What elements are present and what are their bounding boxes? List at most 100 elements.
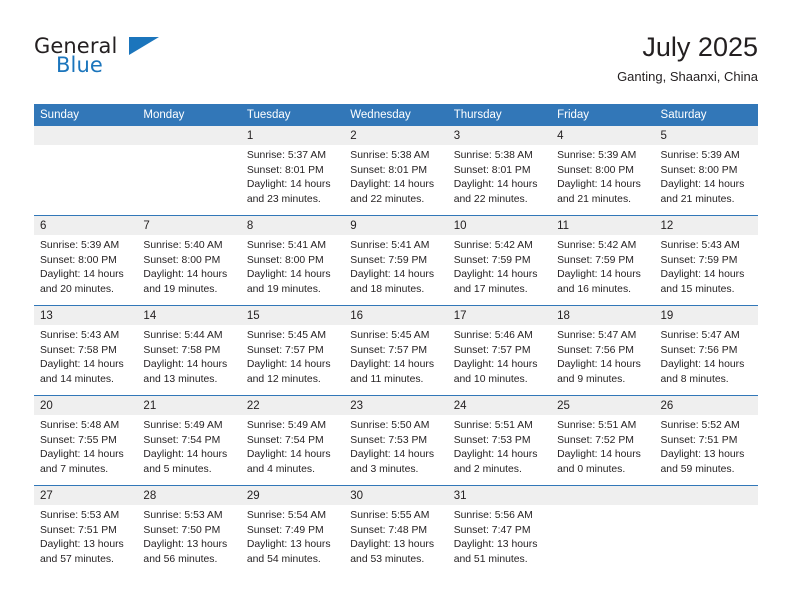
calendar-day[interactable]: 24 Sunrise: 5:51 AM Sunset: 7:53 PM Dayligh… bbox=[447, 396, 552, 485]
calendar-day[interactable]: 2 Sunrise: 5:38 AM Sunset: 8:01 PM Daylight… bbox=[344, 126, 448, 215]
calendar-day[interactable]: 13 Sunrise: 5:43 AM Sunset: 7:58 PM Dayligh… bbox=[34, 306, 138, 395]
day-detail-line: Sunset: 7:51 PM bbox=[40, 524, 117, 536]
calendar-cell: 7 Sunrise: 5:40 AM Sunset: 8:00 PM Daylight… bbox=[137, 215, 241, 306]
calendar-week-row: 20 Sunrise: 5:48 AM Sunset: 7:55 PM Dayligh… bbox=[34, 395, 758, 486]
calendar-day[interactable]: 25 Sunrise: 5:51 AM Sunset: 7:52 PM Dayligh… bbox=[551, 396, 655, 485]
calendar-day[interactable]: 27 Sunrise: 5:53 AM Sunset: 7:51 PM Dayligh… bbox=[34, 486, 138, 575]
calendar-day[interactable]: 14 Sunrise: 5:44 AM Sunset: 7:58 PM Dayligh… bbox=[137, 306, 241, 395]
calendar-day[interactable]: 26 Sunrise: 5:52 AM Sunset: 7:51 PM Dayligh… bbox=[654, 396, 758, 485]
day-detail-line: Sunset: 7:59 PM bbox=[660, 254, 738, 266]
day-detail-line: Sunrise: 5:48 AM bbox=[40, 420, 120, 431]
day-details: Sunrise: 5:41 AM Sunset: 8:00 PM Daylight:… bbox=[241, 235, 344, 297]
day-detail-line: Daylight: 14 hours bbox=[246, 449, 331, 461]
day-details: Sunrise: 5:39 AM Sunset: 8:00 PM Daylight:… bbox=[655, 145, 758, 207]
calendar-day[interactable]: 12 Sunrise: 5:43 AM Sunset: 7:59 PM Dayligh… bbox=[654, 216, 758, 305]
day-detail-line: Daylight: 13 hours bbox=[246, 539, 331, 551]
day-detail-line: Daylight: 14 hours bbox=[557, 179, 641, 191]
day-detail-line: and 19 minutes. bbox=[246, 283, 321, 295]
day-detail-line: and 3 minutes. bbox=[350, 463, 419, 475]
calendar-day[interactable]: 17 Sunrise: 5:46 AM Sunset: 7:57 PM Dayligh… bbox=[447, 306, 552, 395]
day-detail-line: Daylight: 14 hours bbox=[350, 449, 435, 461]
day-detail-line: Sunset: 8:01 PM bbox=[246, 164, 324, 176]
triangle-icon bbox=[129, 37, 159, 55]
calendar-day[interactable]: 21 Sunrise: 5:49 AM Sunset: 7:54 PM Dayligh… bbox=[137, 396, 241, 485]
day-number: 11 bbox=[551, 216, 655, 235]
calendar-day[interactable]: 19 Sunrise: 5:47 AM Sunset: 7:56 PM Dayligh… bbox=[654, 306, 758, 395]
day-number: 25 bbox=[551, 396, 655, 415]
day-detail-line: Sunset: 8:00 PM bbox=[660, 164, 738, 176]
day-number: 7 bbox=[137, 216, 241, 235]
calendar-day[interactable]: 9 Sunrise: 5:41 AM Sunset: 7:59 PM Daylight… bbox=[344, 216, 448, 305]
day-detail-line: Sunrise: 5:49 AM bbox=[143, 420, 223, 431]
calendar-cell: 22 Sunrise: 5:49 AM Sunset: 7:54 PM Dayligh… bbox=[240, 395, 345, 486]
day-detail-line: Sunset: 7:47 PM bbox=[453, 524, 531, 536]
calendar-day[interactable]: 23 Sunrise: 5:50 AM Sunset: 7:53 PM Dayligh… bbox=[344, 396, 448, 485]
calendar-cell: 26 Sunrise: 5:52 AM Sunset: 7:51 PM Dayligh… bbox=[654, 395, 758, 486]
day-detail-line: Sunset: 8:01 PM bbox=[350, 164, 428, 176]
day-detail-line: Sunrise: 5:45 AM bbox=[246, 330, 326, 341]
day-details: Sunrise: 5:52 AM Sunset: 7:51 PM Daylight:… bbox=[655, 415, 758, 477]
calendar-day[interactable]: 15 Sunrise: 5:45 AM Sunset: 7:57 PM Dayligh… bbox=[240, 306, 345, 395]
day-detail-line: Sunrise: 5:47 AM bbox=[660, 330, 740, 341]
day-details: Sunrise: 5:48 AM Sunset: 7:55 PM Daylight:… bbox=[34, 415, 137, 477]
calendar-day[interactable]: 3 Sunrise: 5:38 AM Sunset: 8:01 PM Daylight… bbox=[447, 126, 552, 215]
calendar-day[interactable]: 8 Sunrise: 5:41 AM Sunset: 8:00 PM Daylight… bbox=[240, 216, 345, 305]
calendar-cell: 27 Sunrise: 5:53 AM Sunset: 7:51 PM Dayligh… bbox=[34, 485, 138, 575]
calendar-day[interactable]: 5 Sunrise: 5:39 AM Sunset: 8:00 PM Daylight… bbox=[654, 126, 758, 215]
calendar-cell bbox=[34, 126, 138, 216]
calendar-day[interactable]: 18 Sunrise: 5:47 AM Sunset: 7:56 PM Dayligh… bbox=[551, 306, 655, 395]
day-details: Sunrise: 5:39 AM Sunset: 8:00 PM Daylight:… bbox=[34, 235, 137, 297]
day-detail-line: Sunrise: 5:39 AM bbox=[660, 150, 740, 161]
day-details: Sunrise: 5:47 AM Sunset: 7:56 PM Daylight:… bbox=[551, 325, 654, 387]
day-detail-line: Daylight: 13 hours bbox=[660, 449, 745, 461]
calendar-cell: 13 Sunrise: 5:43 AM Sunset: 7:58 PM Dayligh… bbox=[34, 305, 138, 396]
calendar-day[interactable]: 20 Sunrise: 5:48 AM Sunset: 7:55 PM Dayligh… bbox=[34, 396, 138, 485]
calendar-day[interactable]: 10 Sunrise: 5:42 AM Sunset: 7:59 PM Dayligh… bbox=[447, 216, 552, 305]
day-detail-line: Sunset: 7:52 PM bbox=[557, 434, 634, 446]
day-number: 22 bbox=[240, 396, 345, 415]
day-number: 21 bbox=[137, 396, 241, 415]
day-number: 12 bbox=[654, 216, 758, 235]
weekday-header-sunday: Sunday bbox=[34, 104, 138, 126]
calendar-day[interactable]: 30 Sunrise: 5:55 AM Sunset: 7:48 PM Dayligh… bbox=[344, 486, 448, 575]
brand-logo[interactable]: General Blue bbox=[34, 34, 164, 82]
day-detail-line: and 12 minutes. bbox=[246, 373, 321, 385]
calendar-cell: 6 Sunrise: 5:39 AM Sunset: 8:00 PM Daylight… bbox=[34, 215, 138, 306]
calendar-day[interactable]: 29 Sunrise: 5:54 AM Sunset: 7:49 PM Dayligh… bbox=[240, 486, 345, 575]
calendar-day[interactable]: 4 Sunrise: 5:39 AM Sunset: 8:00 PM Daylight… bbox=[551, 126, 655, 215]
calendar-cell: 31 Sunrise: 5:56 AM Sunset: 7:47 PM Dayligh… bbox=[447, 485, 552, 575]
calendar-day[interactable]: 28 Sunrise: 5:53 AM Sunset: 7:50 PM Dayligh… bbox=[137, 486, 241, 575]
calendar-day-empty bbox=[551, 486, 655, 575]
day-details: Sunrise: 5:43 AM Sunset: 7:59 PM Daylight:… bbox=[655, 235, 758, 297]
brand-name-blue: Blue bbox=[56, 53, 103, 77]
calendar-cell: 11 Sunrise: 5:42 AM Sunset: 7:59 PM Dayligh… bbox=[551, 215, 655, 306]
day-detail-line: and 0 minutes. bbox=[557, 463, 626, 475]
calendar-day[interactable]: 7 Sunrise: 5:40 AM Sunset: 8:00 PM Daylight… bbox=[137, 216, 241, 305]
day-details: Sunrise: 5:37 AM Sunset: 8:01 PM Daylight:… bbox=[241, 145, 344, 207]
day-number: 17 bbox=[447, 306, 552, 325]
day-detail-line: Daylight: 13 hours bbox=[350, 539, 435, 551]
day-details: Sunrise: 5:50 AM Sunset: 7:53 PM Daylight:… bbox=[344, 415, 447, 477]
calendar-day[interactable]: 16 Sunrise: 5:45 AM Sunset: 7:57 PM Dayligh… bbox=[344, 306, 448, 395]
calendar-day[interactable]: 1 Sunrise: 5:37 AM Sunset: 8:01 PM Daylight… bbox=[240, 126, 345, 215]
day-detail-line: and 7 minutes. bbox=[40, 463, 109, 475]
day-detail-line: Sunset: 7:49 PM bbox=[246, 524, 324, 536]
day-detail-line: Daylight: 13 hours bbox=[143, 539, 228, 551]
calendar-day[interactable]: 11 Sunrise: 5:42 AM Sunset: 7:59 PM Dayligh… bbox=[551, 216, 655, 305]
day-detail-line: and 57 minutes. bbox=[40, 553, 114, 565]
day-number: 27 bbox=[34, 486, 138, 505]
day-detail-line: Daylight: 14 hours bbox=[453, 449, 538, 461]
weekday-header-thursday: Thursday bbox=[447, 104, 552, 126]
page-title: July 2025 bbox=[642, 32, 758, 62]
calendar-day[interactable]: 31 Sunrise: 5:56 AM Sunset: 7:47 PM Dayligh… bbox=[447, 486, 552, 575]
day-details: Sunrise: 5:39 AM Sunset: 8:00 PM Daylight:… bbox=[551, 145, 654, 207]
calendar-day[interactable]: 6 Sunrise: 5:39 AM Sunset: 8:00 PM Daylight… bbox=[34, 216, 138, 305]
day-detail-line: and 13 minutes. bbox=[143, 373, 218, 385]
calendar-cell: 30 Sunrise: 5:55 AM Sunset: 7:48 PM Dayligh… bbox=[344, 485, 448, 575]
day-detail-line: Sunset: 8:00 PM bbox=[246, 254, 324, 266]
day-detail-line: Sunset: 7:48 PM bbox=[350, 524, 428, 536]
day-number: 8 bbox=[240, 216, 345, 235]
calendar-cell: 12 Sunrise: 5:43 AM Sunset: 7:59 PM Dayligh… bbox=[654, 215, 758, 306]
calendar-day[interactable]: 22 Sunrise: 5:49 AM Sunset: 7:54 PM Dayligh… bbox=[240, 396, 345, 485]
day-detail-line: Sunrise: 5:44 AM bbox=[143, 330, 223, 341]
